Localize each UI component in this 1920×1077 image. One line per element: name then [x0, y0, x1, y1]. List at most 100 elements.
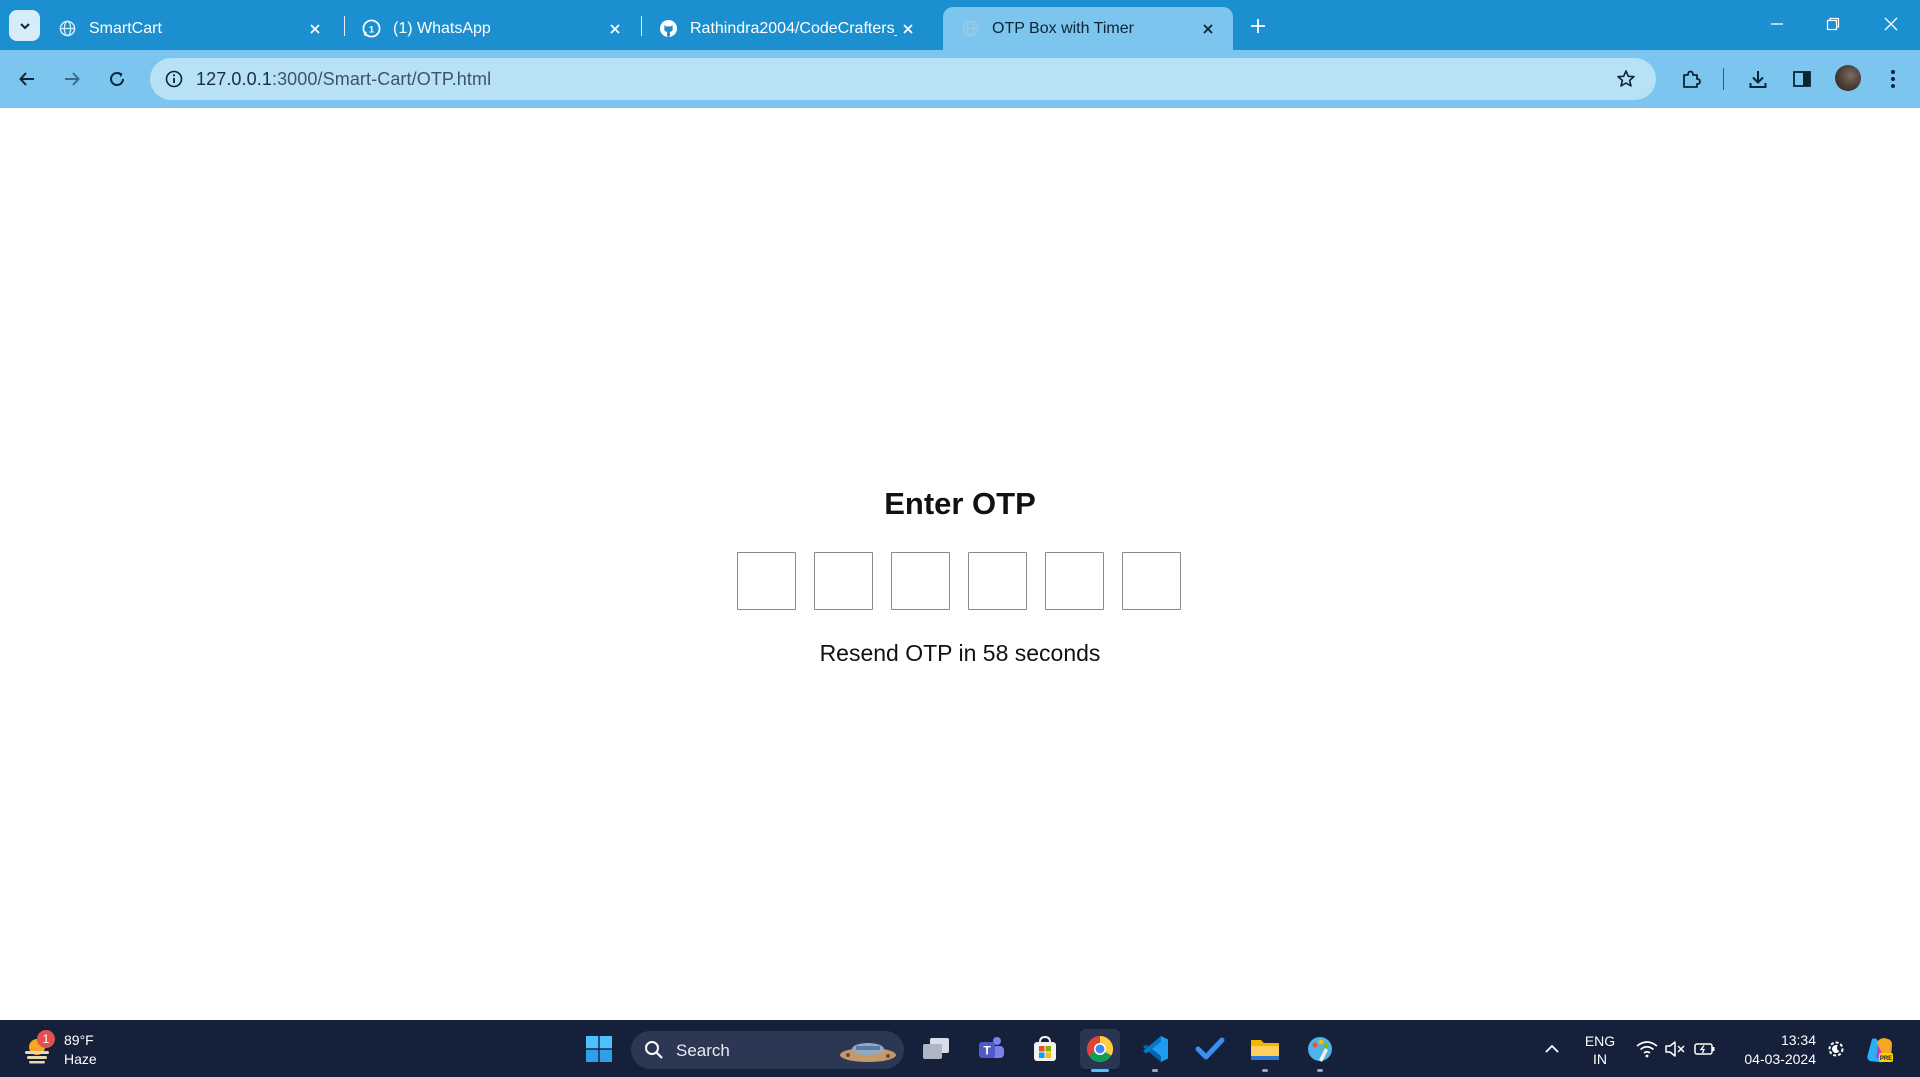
tab-search-button[interactable] — [9, 10, 40, 41]
url-text: 127.0.0.1:3000/Smart-Cart/OTP.html — [196, 69, 491, 90]
page-content: Enter OTP Resend OTP in 58 seconds — [0, 108, 1920, 1020]
battery-icon — [1694, 1043, 1715, 1055]
new-tab-button[interactable] — [1245, 13, 1271, 39]
otp-digit-input[interactable] — [1045, 552, 1104, 610]
restore-icon — [1826, 17, 1840, 31]
paint-app[interactable] — [1300, 1029, 1340, 1072]
chevron-down-icon — [19, 22, 30, 29]
tab-title: OTP Box with Timer — [992, 19, 1134, 37]
system-clock[interactable]: 13:34 04-03-2024 — [1734, 1031, 1816, 1069]
menu-button[interactable] — [1879, 65, 1907, 93]
forward-button[interactable] — [56, 63, 88, 95]
reload-icon — [110, 72, 124, 86]
otp-digit-input[interactable] — [737, 552, 796, 610]
region-code: IN — [1593, 1051, 1607, 1067]
extensions-button[interactable] — [1677, 65, 1705, 93]
volume-status[interactable] — [1664, 1038, 1686, 1060]
wifi-status[interactable] — [1636, 1038, 1658, 1060]
tab-smartcart[interactable]: SmartCart — [40, 7, 340, 50]
otp-digit-input[interactable] — [968, 552, 1027, 610]
close-icon[interactable] — [604, 18, 626, 40]
svg-text:1: 1 — [369, 24, 375, 35]
microsoft-store-app[interactable] — [1025, 1029, 1065, 1069]
side-panel-icon — [1793, 71, 1811, 87]
url-host: 127.0.0.1 — [196, 69, 272, 89]
avatar[interactable] — [1835, 65, 1861, 91]
checkmark-icon — [1195, 1037, 1225, 1060]
otp-digit-input[interactable] — [814, 552, 873, 610]
side-panel-button[interactable] — [1788, 65, 1816, 93]
clock-time: 13:34 — [1780, 1032, 1816, 1048]
volume-muted-icon — [1665, 1041, 1685, 1057]
close-icon[interactable] — [897, 18, 919, 40]
search-label: Search — [676, 1041, 730, 1060]
tab-title: (1) WhatsApp — [393, 19, 491, 37]
chevron-up-icon — [1545, 1044, 1559, 1053]
teams-app[interactable]: T — [971, 1029, 1011, 1069]
github-icon — [659, 19, 678, 38]
weather-condition: Haze — [64, 1051, 97, 1067]
page-title: Enter OTP — [884, 486, 1036, 521]
tab-otp-box[interactable]: OTP Box with Timer — [943, 7, 1233, 50]
vscode-app[interactable] — [1135, 1029, 1175, 1072]
otp-input-group — [737, 552, 1181, 610]
weather-widget[interactable]: 1 89°F Haze — [22, 1029, 112, 1071]
weather-temperature: 89°F — [64, 1032, 94, 1048]
close-window-button[interactable] — [1874, 9, 1908, 39]
tab-strip: SmartCart 1 (1) WhatsApp Rathindra2004/C… — [0, 0, 1920, 50]
minimize-icon — [1771, 23, 1783, 25]
language-indicator[interactable]: ENG IN — [1582, 1032, 1618, 1068]
whatsapp-icon: 1 — [362, 19, 381, 38]
taskbar: 1 89°F Haze Search T ENG IN 13:34 04-03-… — [0, 1020, 1920, 1077]
resend-timer-text: Resend OTP in 58 seconds — [819, 640, 1101, 666]
settings-moon-icon — [1828, 1041, 1844, 1057]
teams-icon: T — [979, 1037, 1004, 1058]
globe-icon — [961, 19, 980, 38]
vscode-icon — [1143, 1036, 1168, 1062]
clock-date: 04-03-2024 — [1744, 1051, 1816, 1067]
tab-title: Rathindra2004/CodeCrafters_EC — [690, 19, 897, 37]
task-view-button[interactable] — [916, 1029, 956, 1069]
tab-github[interactable]: Rathindra2004/CodeCrafters_EC — [641, 7, 933, 50]
running-indicator — [1317, 1069, 1323, 1072]
focus-assist-button[interactable] — [1825, 1038, 1847, 1060]
reload-button[interactable] — [101, 63, 133, 95]
minimize-button[interactable] — [1760, 9, 1794, 39]
store-icon — [1034, 1035, 1056, 1061]
chrome-app[interactable] — [1080, 1029, 1120, 1072]
wifi-icon — [1636, 1041, 1658, 1058]
toolbar-separator — [1723, 68, 1724, 90]
battery-status[interactable] — [1694, 1038, 1716, 1060]
todo-app[interactable] — [1190, 1029, 1230, 1069]
palette-icon — [1308, 1037, 1332, 1062]
site-info-button[interactable] — [158, 63, 190, 95]
downloads-button[interactable] — [1744, 65, 1772, 93]
language-code: ENG — [1584, 1033, 1616, 1049]
download-icon — [1749, 71, 1767, 88]
address-bar[interactable]: 127.0.0.1:3000/Smart-Cart/OTP.html — [150, 58, 1656, 100]
close-icon[interactable] — [1197, 18, 1219, 40]
arrow-left-icon — [19, 72, 34, 86]
restore-button[interactable] — [1816, 9, 1850, 39]
show-hidden-icons-button[interactable] — [1541, 1038, 1563, 1060]
tab-whatsapp[interactable]: 1 (1) WhatsApp — [344, 7, 640, 50]
plus-icon — [1251, 19, 1265, 33]
start-button[interactable] — [579, 1029, 619, 1069]
folder-icon — [1251, 1040, 1279, 1060]
svg-text:PRE: PRE — [1880, 1056, 1892, 1062]
tab-title: SmartCart — [89, 19, 162, 37]
file-explorer-app[interactable] — [1245, 1029, 1285, 1072]
more-vertical-icon — [1891, 70, 1895, 88]
running-indicator — [1152, 1069, 1158, 1072]
close-icon[interactable] — [304, 18, 326, 40]
back-button[interactable] — [11, 63, 43, 95]
copilot-icon[interactable]: PRE — [1864, 1035, 1896, 1065]
star-icon — [1617, 70, 1635, 87]
bookmark-button[interactable] — [1614, 67, 1638, 91]
search-icon — [645, 1041, 663, 1059]
globe-icon — [58, 19, 77, 38]
otp-digit-input[interactable] — [891, 552, 950, 610]
taskbar-search[interactable]: Search — [631, 1031, 904, 1069]
otp-digit-input[interactable] — [1122, 552, 1181, 610]
chrome-icon — [1086, 1035, 1114, 1063]
